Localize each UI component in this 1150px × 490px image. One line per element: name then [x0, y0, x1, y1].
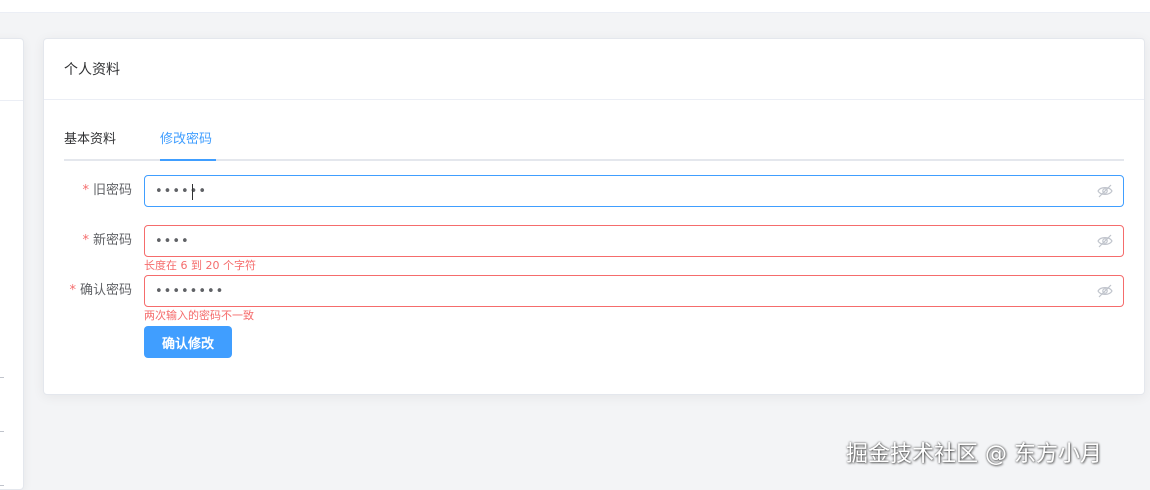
- card-header: 个人资料: [44, 39, 1144, 100]
- profile-tabs: 基本资料 修改密码: [64, 129, 1124, 161]
- confirm-password-input[interactable]: [145, 276, 1105, 306]
- eye-icon[interactable]: [1097, 234, 1113, 248]
- required-mark: *: [69, 283, 76, 298]
- card-title: 个人资料: [64, 62, 120, 78]
- eye-icon[interactable]: [1097, 284, 1113, 298]
- new-password-field[interactable]: [144, 225, 1124, 257]
- new-password-error: 长度在 6 到 20 个字符: [144, 259, 256, 272]
- required-mark: *: [82, 233, 89, 248]
- sidebar-divider: [0, 100, 23, 101]
- active-tab-indicator: [160, 159, 216, 161]
- top-bar: [0, 0, 1150, 13]
- confirm-password-label: * 确认密码: [69, 275, 132, 307]
- confirm-password-field[interactable]: [144, 275, 1124, 307]
- sidebar-tick: [0, 485, 4, 486]
- confirm-password-error: 两次输入的密码不一致: [144, 309, 254, 322]
- confirm-change-button[interactable]: 确认修改: [144, 326, 232, 358]
- new-password-input[interactable]: [145, 226, 1105, 256]
- eye-icon[interactable]: [1097, 184, 1113, 198]
- sidebar-card: [0, 38, 24, 490]
- watermark: 掘金技术社区 @ 东方小月: [846, 442, 1102, 467]
- old-password-input[interactable]: [145, 176, 1105, 206]
- old-password-field[interactable]: [144, 175, 1124, 207]
- required-mark: *: [82, 183, 89, 198]
- tab-basic-info[interactable]: 基本资料: [64, 129, 116, 151]
- new-password-label: * 新密码: [82, 225, 132, 257]
- sidebar-tick: [0, 431, 4, 432]
- old-password-label-text: 旧密码: [92, 183, 132, 198]
- text-caret: [192, 184, 193, 200]
- old-password-label: * 旧密码: [82, 175, 132, 207]
- tab-change-password[interactable]: 修改密码: [160, 129, 212, 151]
- new-password-label-text: 新密码: [92, 233, 132, 248]
- profile-card: 个人资料 基本资料 修改密码 *旧密码 *新密码: [43, 38, 1145, 395]
- sidebar-tick: [0, 377, 4, 378]
- confirm-password-label-text: 确认密码: [79, 283, 132, 298]
